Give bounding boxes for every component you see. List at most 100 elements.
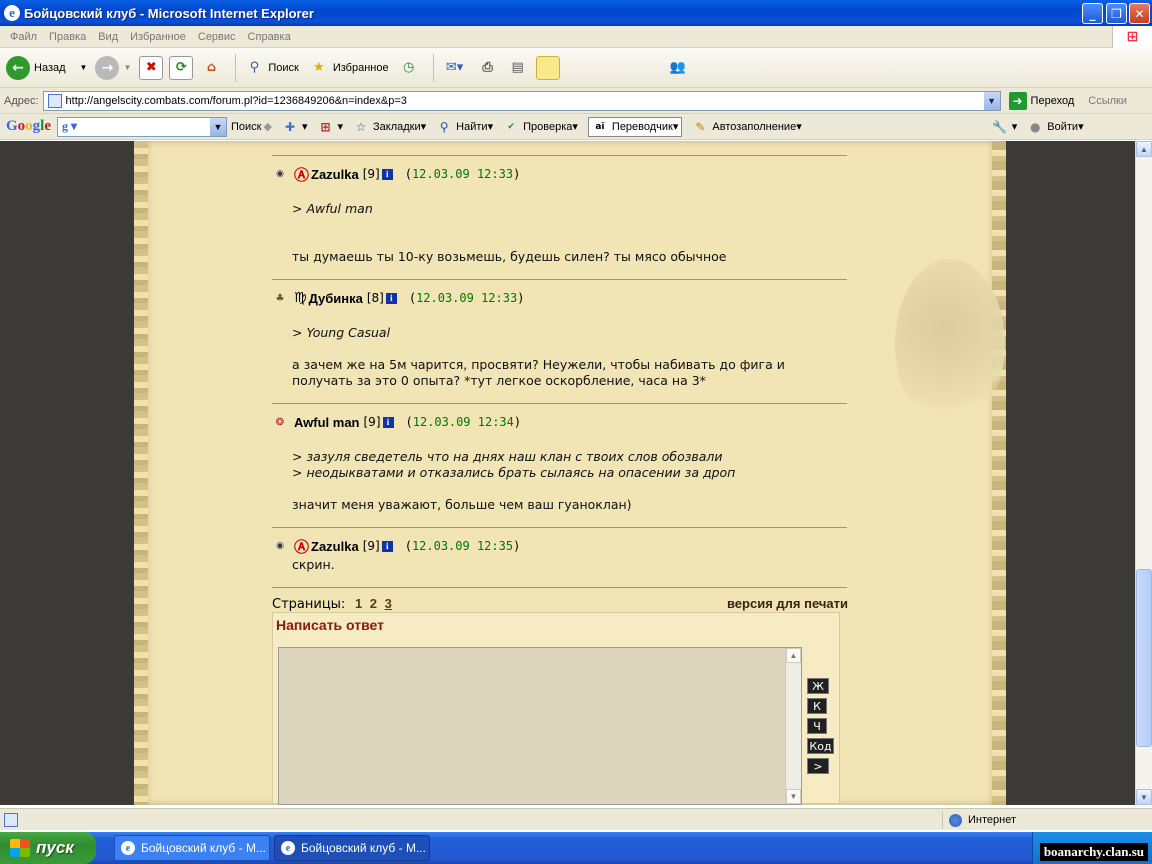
- scroll-down-icon[interactable]: ▼: [786, 789, 801, 804]
- print-version-link[interactable]: версия для печати: [727, 596, 848, 612]
- user-info-icon[interactable]: i: [382, 416, 394, 428]
- address-input[interactable]: http://angelscity.combats.com/forum.pl?i…: [42, 90, 1001, 111]
- google-find-button[interactable]: ⚲ Найти ▾: [436, 119, 493, 135]
- back-dropdown-icon[interactable]: ▼: [80, 63, 88, 72]
- taskbar-item-active[interactable]: e Бойцовский клуб - M...: [274, 835, 430, 861]
- post-text: ты думаешь ты 10-ку возьмешь, будешь сил…: [292, 249, 848, 265]
- post-text: значит меня уважают, больше чем ваш гуан…: [292, 497, 848, 513]
- reply-textarea[interactable]: ▲ ▼: [278, 647, 802, 805]
- mail-icon[interactable]: ✉▾: [440, 56, 470, 80]
- menu-view[interactable]: Вид: [98, 31, 118, 43]
- italic-button[interactable]: К: [807, 698, 827, 714]
- underline-button[interactable]: Ч: [807, 718, 827, 734]
- google-settings-button[interactable]: 🔧 ▾: [992, 119, 1017, 135]
- windows-flag-icon: [10, 839, 30, 857]
- post-username[interactable]: Zazulka: [311, 167, 359, 182]
- page-current-3[interactable]: 3: [385, 596, 392, 611]
- links-button[interactable]: Ссылки: [1088, 95, 1127, 107]
- google-search-dropdown-icon[interactable]: ▼: [210, 117, 227, 136]
- google-search-button[interactable]: Поиск ◆: [231, 120, 272, 134]
- align-icon: ❂: [275, 416, 285, 428]
- post-divider: [272, 527, 847, 528]
- post-date-value: 12.03.09 12:33: [416, 291, 518, 305]
- google-plus-button[interactable]: ✚ ▾: [282, 119, 308, 135]
- post-level: [8]: [366, 291, 384, 305]
- post-header: ◉ Ⓐ Zazulka [9] i (12.03.09 12:33): [272, 165, 848, 184]
- google-pagerank-button[interactable]: ⊞ ▾: [318, 119, 343, 135]
- page-link-1[interactable]: 1: [355, 596, 362, 611]
- page-link-2[interactable]: 2: [370, 596, 377, 611]
- taskbar-item[interactable]: e Бойцовский клуб - M...: [114, 835, 270, 861]
- pagination: Страницы: 1 2 3 версия для печати: [272, 596, 848, 612]
- post-username[interactable]: Zazulka: [311, 539, 359, 554]
- minimize-button[interactable]: _: [1082, 3, 1103, 24]
- post-header: ❂ Awful man [9] i (12.03.09 12:34): [272, 413, 848, 431]
- google-autofill-button[interactable]: ✎ Автозаполнение ▾: [692, 119, 801, 135]
- menu-help[interactable]: Справка: [248, 31, 291, 43]
- quote-line: > Young Casual: [292, 325, 391, 340]
- globe-watermark: [895, 259, 1005, 429]
- start-button[interactable]: пуск: [0, 832, 96, 864]
- google-bookmarks-button[interactable]: ☆ Закладки ▾: [353, 119, 427, 135]
- forward-button[interactable]: → ▼: [95, 55, 131, 80]
- user-info-icon[interactable]: i: [385, 292, 397, 304]
- quote-button[interactable]: >: [807, 758, 829, 774]
- favorites-button[interactable]: ★ Избранное: [307, 56, 389, 80]
- scroll-up-icon[interactable]: ▲: [1136, 141, 1152, 157]
- go-button[interactable]: ➜ Переход: [1008, 91, 1074, 110]
- edit-icon[interactable]: ▤: [506, 56, 530, 80]
- menu-favorites[interactable]: Избранное: [130, 31, 186, 43]
- find-icon: ⚲: [439, 119, 449, 134]
- post-username[interactable]: Awful man: [294, 415, 360, 430]
- menu-tools[interactable]: Сервис: [198, 31, 236, 43]
- star-icon: ★: [313, 60, 325, 75]
- align-icon: ◉: [276, 169, 284, 179]
- back-button[interactable]: ← Назад ▼: [6, 55, 88, 80]
- back-label: Назад: [34, 61, 66, 74]
- scroll-down-icon[interactable]: ▼: [1136, 789, 1152, 805]
- menu-bar: Файл Правка Вид Избранное Сервис Справка…: [0, 26, 1152, 48]
- google-search-input[interactable]: g ▾ ▼: [57, 116, 228, 137]
- home-icon[interactable]: ⌂: [199, 56, 223, 80]
- watermark: boanarchy.clan.su: [1039, 843, 1148, 861]
- post-text: скрин.: [292, 557, 848, 573]
- refresh-icon[interactable]: ⟳: [169, 55, 194, 80]
- post-username[interactable]: Дубинка: [309, 291, 363, 306]
- post-date-value: 12.03.09 12:33: [411, 167, 514, 181]
- post-level: [9]: [362, 539, 380, 553]
- address-dropdown-icon[interactable]: ▼: [983, 91, 1000, 110]
- reply-title: Написать ответ: [276, 617, 384, 633]
- menu-file[interactable]: Файл: [10, 31, 37, 43]
- scroll-thumb[interactable]: [1136, 569, 1152, 747]
- search-button[interactable]: ⚲ Поиск: [242, 56, 299, 80]
- print-icon[interactable]: ⎙: [476, 56, 500, 80]
- menu-edit[interactable]: Правка: [49, 31, 86, 43]
- bookmark-star-icon: ☆: [355, 119, 367, 134]
- pagerank-icon: ⊞: [320, 119, 331, 134]
- parchment-edge-left: [134, 141, 148, 805]
- close-button[interactable]: ✕: [1129, 3, 1150, 24]
- google-g-icon: g ▾: [62, 119, 78, 133]
- page-scrollbar[interactable]: ▲ ▼: [1135, 141, 1152, 805]
- bold-button[interactable]: Ж: [807, 678, 829, 694]
- forward-dropdown-icon[interactable]: ▼: [123, 63, 131, 72]
- forward-arrow-icon: →: [95, 55, 120, 80]
- user-info-icon[interactable]: i: [381, 540, 393, 552]
- align-icon: ♣: [275, 292, 285, 304]
- textarea-scrollbar[interactable]: ▲ ▼: [785, 648, 801, 804]
- google-spellcheck-button[interactable]: ✔ Проверка ▾: [503, 119, 578, 135]
- scroll-up-icon[interactable]: ▲: [786, 648, 801, 663]
- google-bookmarks-label: Закладки: [373, 120, 421, 133]
- code-button[interactable]: Код: [807, 738, 834, 754]
- google-signin-button[interactable]: ● Войти ▾: [1027, 119, 1084, 135]
- notes-icon[interactable]: [535, 55, 560, 80]
- messenger-icon[interactable]: 👥: [666, 56, 690, 80]
- history-icon[interactable]: ◷: [397, 56, 421, 80]
- user-info-icon[interactable]: i: [381, 168, 393, 180]
- google-translate-button[interactable]: аĩ Переводчик ▾: [587, 116, 683, 137]
- stop-icon[interactable]: ✖: [139, 55, 164, 80]
- post-date-value: 12.03.09 12:34: [412, 415, 514, 429]
- text-line: получать за это 0 опыта? *тут легкое оск…: [292, 373, 706, 388]
- browser-window: e Бойцовский клуб - Microsoft Internet E…: [0, 0, 1152, 864]
- maximize-button[interactable]: ❐: [1106, 3, 1127, 24]
